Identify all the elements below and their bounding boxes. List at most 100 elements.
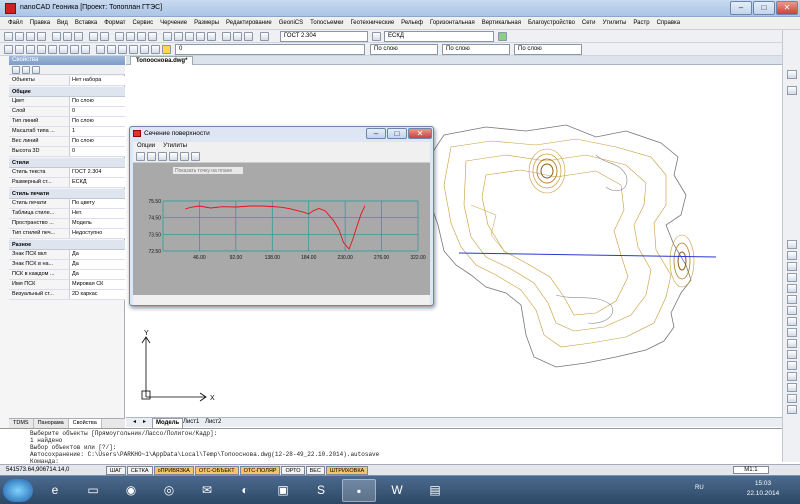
tool-icon[interactable] bbox=[787, 251, 797, 260]
tool-icon[interactable] bbox=[787, 394, 797, 403]
menu-utilities[interactable]: Утилиты bbox=[603, 20, 627, 26]
tool-icon[interactable] bbox=[787, 328, 797, 337]
tool-icon[interactable] bbox=[787, 383, 797, 392]
hatch-toggle[interactable]: ШТРИХОВКА bbox=[325, 465, 369, 475]
select-icon[interactable] bbox=[4, 45, 13, 54]
tool-icon[interactable] bbox=[787, 361, 797, 370]
calculator-icon[interactable] bbox=[196, 32, 205, 41]
scale-icon[interactable] bbox=[118, 45, 127, 54]
cut-icon[interactable] bbox=[52, 32, 61, 41]
prop-value[interactable]: Нет. bbox=[69, 209, 125, 218]
tab-tdms[interactable]: TDMS bbox=[9, 419, 34, 428]
prop-row[interactable]: Стиль текста ГОСТ 2.304 bbox=[9, 168, 125, 178]
print-icon[interactable] bbox=[37, 32, 46, 41]
menu-view[interactable]: Вид bbox=[57, 20, 68, 26]
firefox-icon[interactable]: ◎ bbox=[152, 479, 186, 502]
clock-date[interactable]: 22.10.2014 bbox=[738, 490, 788, 497]
snap-icon[interactable] bbox=[233, 32, 242, 41]
prop-value[interactable]: По слою bbox=[69, 117, 125, 126]
mail-icon[interactable]: ✉ bbox=[190, 479, 224, 502]
close-button[interactable]: ✕ bbox=[776, 1, 798, 15]
marker-icon[interactable] bbox=[180, 152, 189, 161]
prop-value[interactable]: По цвету bbox=[69, 199, 125, 208]
objects-row[interactable]: Объекты Нет набора bbox=[9, 76, 125, 86]
save-icon[interactable] bbox=[26, 32, 35, 41]
prop-row[interactable]: Знак ПСК в на... Да bbox=[9, 260, 125, 270]
menu-horizontal[interactable]: Горизонтальная bbox=[430, 20, 475, 26]
prop-value[interactable]: Модель bbox=[69, 219, 125, 228]
menu-insert[interactable]: Вставка bbox=[75, 20, 97, 26]
prop-value[interactable]: Да bbox=[69, 250, 125, 259]
open-file-icon[interactable] bbox=[15, 32, 24, 41]
pickadd-icon[interactable] bbox=[32, 66, 40, 74]
prop-value[interactable]: ЕСКД bbox=[69, 178, 125, 187]
linetype-select[interactable]: По слою bbox=[370, 44, 438, 55]
tool-icon[interactable] bbox=[787, 273, 797, 282]
chrome-icon[interactable]: ◉ bbox=[114, 479, 148, 502]
section-chart-area[interactable]: 75.50 74.50 73.50 72.50 46.00 92.00 138.00 184.… bbox=[133, 163, 430, 295]
save-section-icon[interactable] bbox=[147, 152, 156, 161]
arc-icon[interactable] bbox=[48, 45, 57, 54]
lineweight-select[interactable]: По слою bbox=[514, 44, 582, 55]
polyline-icon[interactable] bbox=[26, 45, 35, 54]
prop-value[interactable]: 0 bbox=[69, 107, 125, 116]
minimize-button[interactable]: – bbox=[730, 1, 752, 15]
line-icon[interactable] bbox=[15, 45, 24, 54]
tab-sheet1[interactable]: Лист1 bbox=[180, 418, 202, 427]
prop-row[interactable]: Пространство ... Модель bbox=[9, 219, 125, 229]
prop-row[interactable]: Цвет По слою bbox=[9, 97, 125, 107]
tool-icon[interactable] bbox=[787, 262, 797, 271]
otrack-toggle[interactable]: ОТС-ОБЪЕКТ bbox=[194, 465, 239, 475]
undo-icon[interactable] bbox=[89, 32, 98, 41]
prop-row[interactable]: Высота 3D 0 bbox=[9, 147, 125, 157]
start-button[interactable] bbox=[3, 479, 33, 502]
tool-icon[interactable] bbox=[787, 240, 797, 249]
pan-icon[interactable] bbox=[115, 32, 124, 41]
prop-value[interactable]: Недоступно bbox=[69, 229, 125, 238]
tool-icon[interactable] bbox=[787, 317, 797, 326]
dock-icon[interactable] bbox=[787, 86, 797, 95]
tool-icon[interactable] bbox=[787, 372, 797, 381]
circle-icon[interactable] bbox=[37, 45, 46, 54]
osnap-toggle[interactable]: оПРИВЯЗКА bbox=[153, 465, 194, 475]
redo-icon[interactable] bbox=[100, 32, 109, 41]
tool-icon[interactable] bbox=[787, 350, 797, 359]
nanocad-icon[interactable]: ▪ bbox=[342, 479, 376, 502]
new-file-icon[interactable] bbox=[4, 32, 13, 41]
menu-landscaping[interactable]: Благоустройство bbox=[528, 20, 575, 26]
prop-row[interactable]: Тип стилей печ... Недоступно bbox=[9, 229, 125, 239]
menu-dimensions[interactable]: Размеры bbox=[194, 20, 219, 26]
menu-service[interactable]: Сервис bbox=[133, 20, 154, 26]
prop-value[interactable]: ГОСТ 2.304 bbox=[69, 168, 125, 177]
menu-geotech[interactable]: Геотехнические bbox=[350, 20, 394, 26]
prop-row[interactable]: ПСК в каждом ... Да bbox=[9, 270, 125, 280]
quick-select-icon[interactable] bbox=[22, 66, 30, 74]
text-style-icon[interactable] bbox=[260, 32, 269, 41]
zoom-window-icon[interactable] bbox=[137, 32, 146, 41]
menu-geonics[interactable]: GeoniCS bbox=[279, 20, 303, 26]
menu-editing[interactable]: Редактирование bbox=[226, 20, 272, 26]
menu-networks[interactable]: Сети bbox=[582, 20, 596, 26]
green-app-icon[interactable]: ◐ bbox=[228, 479, 262, 502]
linetype2-select[interactable]: По слою bbox=[442, 44, 510, 55]
lineweight-toggle[interactable]: ВЕС bbox=[305, 465, 325, 475]
explorer-icon[interactable]: ▭ bbox=[76, 479, 110, 502]
dialog-minimize-button[interactable]: – bbox=[366, 128, 386, 139]
settings-icon[interactable] bbox=[191, 152, 200, 161]
clock-time[interactable]: 15:03 bbox=[738, 480, 788, 487]
prop-row[interactable]: Знак ПСК вкл Да bbox=[9, 250, 125, 260]
prop-value[interactable]: Мировая СК bbox=[69, 280, 125, 289]
prop-value[interactable]: 0 bbox=[69, 147, 125, 156]
section-general[interactable]: Общие bbox=[9, 87, 125, 97]
unknown-app-icon[interactable]: ▤ bbox=[418, 479, 452, 502]
help-icon[interactable] bbox=[207, 32, 216, 41]
tool-icon[interactable] bbox=[787, 284, 797, 293]
scale-select[interactable]: M1:1 bbox=[733, 466, 769, 474]
menu-drawing[interactable]: Черчение bbox=[160, 20, 187, 26]
monitor-icon[interactable]: ▣ bbox=[266, 479, 300, 502]
ortho-toggle[interactable]: ОРТО bbox=[281, 465, 305, 475]
layers-icon[interactable] bbox=[174, 32, 183, 41]
mirror-icon[interactable] bbox=[129, 45, 138, 54]
menu-help[interactable]: Справка bbox=[657, 20, 681, 26]
rotate-icon[interactable] bbox=[107, 45, 116, 54]
